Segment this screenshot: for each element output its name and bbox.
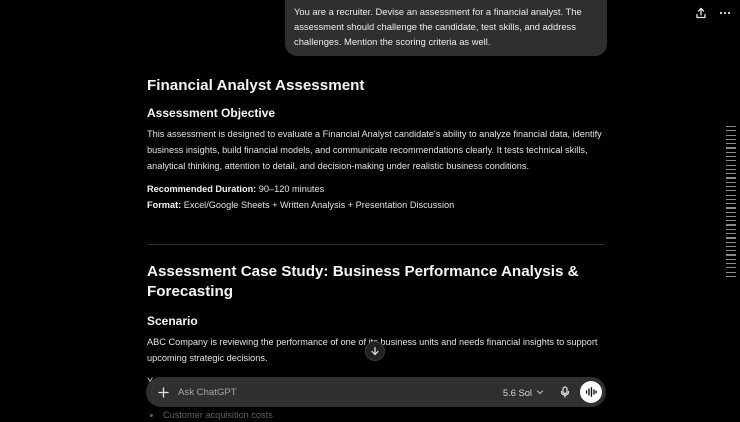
response-title: Financial Analyst Assessment — [147, 77, 365, 94]
arrow-down-icon — [371, 346, 379, 356]
message-input[interactable] — [178, 386, 503, 398]
faded-list-item-text: Customer acquisition costs — [163, 410, 273, 420]
top-actions — [692, 5, 734, 21]
case-study-title: Assessment Case Study: Business Performa… — [147, 263, 579, 300]
duration-label: Recommended Duration: — [147, 184, 257, 195]
chat-window: You are a recruiter. Devise an assessmen… — [0, 0, 740, 422]
mic-icon[interactable] — [558, 385, 572, 399]
model-selector[interactable]: 5.6 Sol — [503, 387, 544, 398]
assistant-response: Financial Analyst Assessment Assessment … — [147, 76, 607, 214]
share-icon[interactable] — [692, 5, 710, 21]
plus-icon[interactable] — [156, 385, 170, 399]
chevron-down-icon — [536, 390, 544, 395]
model-label: 5.6 Sol — [502, 386, 532, 398]
section-divider — [147, 244, 605, 245]
objective-heading: Assessment Objective — [147, 106, 276, 120]
composer: 5.6 Sol — [146, 377, 606, 407]
objective-text: This assessment is designed to evaluate … — [147, 129, 602, 171]
conversation-scroll-markers[interactable] — [726, 126, 736, 278]
format-line: Format: Excel/Google Sheets + Written An… — [147, 198, 607, 214]
scroll-down-button[interactable] — [365, 341, 385, 361]
duration-value: 90–120 minutes — [256, 184, 325, 195]
bullet-icon — [150, 413, 153, 417]
user-message-bubble: You are a recruiter. Devise an assessmen… — [285, 0, 607, 56]
case-study-section: Assessment Case Study: Business Performa… — [147, 262, 607, 389]
voice-waveform-icon — [585, 387, 597, 397]
format-value: Excel/Google Sheets + Written Analysis +… — [181, 200, 455, 211]
format-label: Format: — [147, 200, 182, 211]
duration-line: Recommended Duration: 90–120 minutes — [147, 182, 607, 198]
faded-list-item: Customer acquisition costs — [150, 410, 273, 420]
more-icon[interactable] — [716, 5, 734, 21]
voice-mode-button[interactable] — [580, 381, 602, 403]
scenario-heading: Scenario — [147, 314, 198, 328]
